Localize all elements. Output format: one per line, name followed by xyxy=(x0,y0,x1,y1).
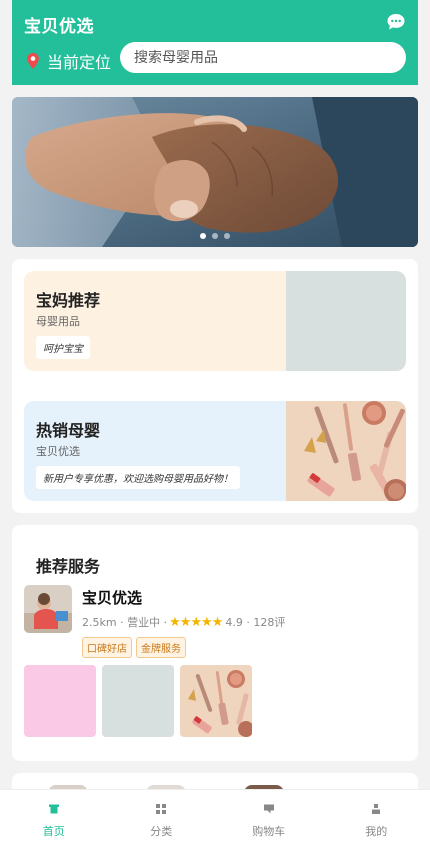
tab-category[interactable]: 分类 xyxy=(108,790,216,844)
app-title: 宝贝优选 xyxy=(24,17,94,37)
carousel-dot[interactable] xyxy=(224,233,230,239)
store-thumbnail[interactable] xyxy=(24,585,72,633)
home-icon xyxy=(48,804,59,814)
rating-stars-icon: ★★★★★ xyxy=(169,614,223,630)
carousel-dots xyxy=(12,233,418,239)
store-badges: 口碑好店 金牌服务 xyxy=(82,637,186,658)
store-name[interactable]: 宝贝优选 xyxy=(82,587,142,608)
promo-subtitle: 宝贝优选 xyxy=(36,445,80,458)
store-badge: 金牌服务 xyxy=(136,637,186,658)
gallery-image[interactable] xyxy=(102,665,174,737)
tab-label: 分类 xyxy=(150,825,173,838)
promo-subtitle: 母婴用品 xyxy=(36,315,80,328)
chat-icon[interactable] xyxy=(386,12,406,32)
promo-title: 宝妈推荐 xyxy=(36,291,101,310)
carousel-dot[interactable] xyxy=(212,233,218,239)
location-selector[interactable]: 当前定位 xyxy=(25,49,111,73)
search-box[interactable] xyxy=(120,42,406,73)
store-distance: 2.5km xyxy=(82,615,117,629)
meta-separator: · xyxy=(160,615,168,629)
store-gallery xyxy=(24,665,252,737)
section-title: 推荐服务 xyxy=(36,557,101,576)
gallery-image[interactable] xyxy=(180,665,252,737)
recommended-services: 推荐服务 宝贝优选 2.5km · 营业中 · ★★★★★ 4.9 · 128评… xyxy=(12,525,418,761)
promo-card-mom-recommend[interactable]: 宝妈推荐 母婴用品 呵护宝宝 xyxy=(24,271,406,371)
store-rating: 4.9 xyxy=(225,615,243,629)
banner-image xyxy=(12,97,418,247)
promo-tag: 呵护宝宝 xyxy=(36,336,90,359)
meta-separator: · xyxy=(116,615,128,629)
top-header: 宝贝优选 当前定位 xyxy=(12,0,418,85)
location-pin-icon xyxy=(27,53,39,69)
store-review-count: 128评 xyxy=(253,616,286,629)
carousel-dot[interactable] xyxy=(200,233,206,239)
promo-title: 热销母婴 xyxy=(36,421,101,440)
cosmetics-image xyxy=(286,401,406,501)
promo-tag: 新用户专享优惠，欢迎选购母婴用品好物！ xyxy=(36,466,240,489)
cart-icon xyxy=(263,804,274,814)
store-badge: 口碑好店 xyxy=(82,637,132,658)
tab-profile[interactable]: 我的 xyxy=(323,790,430,844)
tab-label: 购物车 xyxy=(252,825,286,838)
promo-section: 宝妈推荐 母婴用品 呵护宝宝 热销母婴 宝贝优选 新用户专享优惠，欢迎选购母婴用… xyxy=(12,259,418,513)
tab-label: 我的 xyxy=(365,825,388,838)
bottom-tab-bar: 首页 分类 购物车 我的 xyxy=(0,789,430,844)
tab-home[interactable]: 首页 xyxy=(0,790,108,844)
location-label: 当前定位 xyxy=(47,53,112,72)
promo-card-hot-sale[interactable]: 热销母婴 宝贝优选 新用户专享优惠，欢迎选购母婴用品好物！ xyxy=(24,401,406,501)
meta-separator: · xyxy=(242,615,254,629)
promo-image-placeholder xyxy=(286,271,406,371)
search-input[interactable] xyxy=(132,48,394,67)
page: 宝贝优选 当前定位 搜索母婴用品 宝妈推荐 母婴用品 呵护宝宝 热销母婴 宝贝优… xyxy=(0,0,430,844)
category-grid-icon xyxy=(156,804,167,814)
gallery-image[interactable] xyxy=(24,665,96,737)
tab-cart[interactable]: 购物车 xyxy=(215,790,323,844)
banner-carousel[interactable] xyxy=(12,97,418,247)
store-status: 营业中 xyxy=(127,616,161,629)
tab-label: 首页 xyxy=(42,825,65,838)
store-meta: 2.5km · 营业中 · ★★★★★ 4.9 · 128评 xyxy=(82,614,285,630)
user-icon xyxy=(372,804,381,814)
